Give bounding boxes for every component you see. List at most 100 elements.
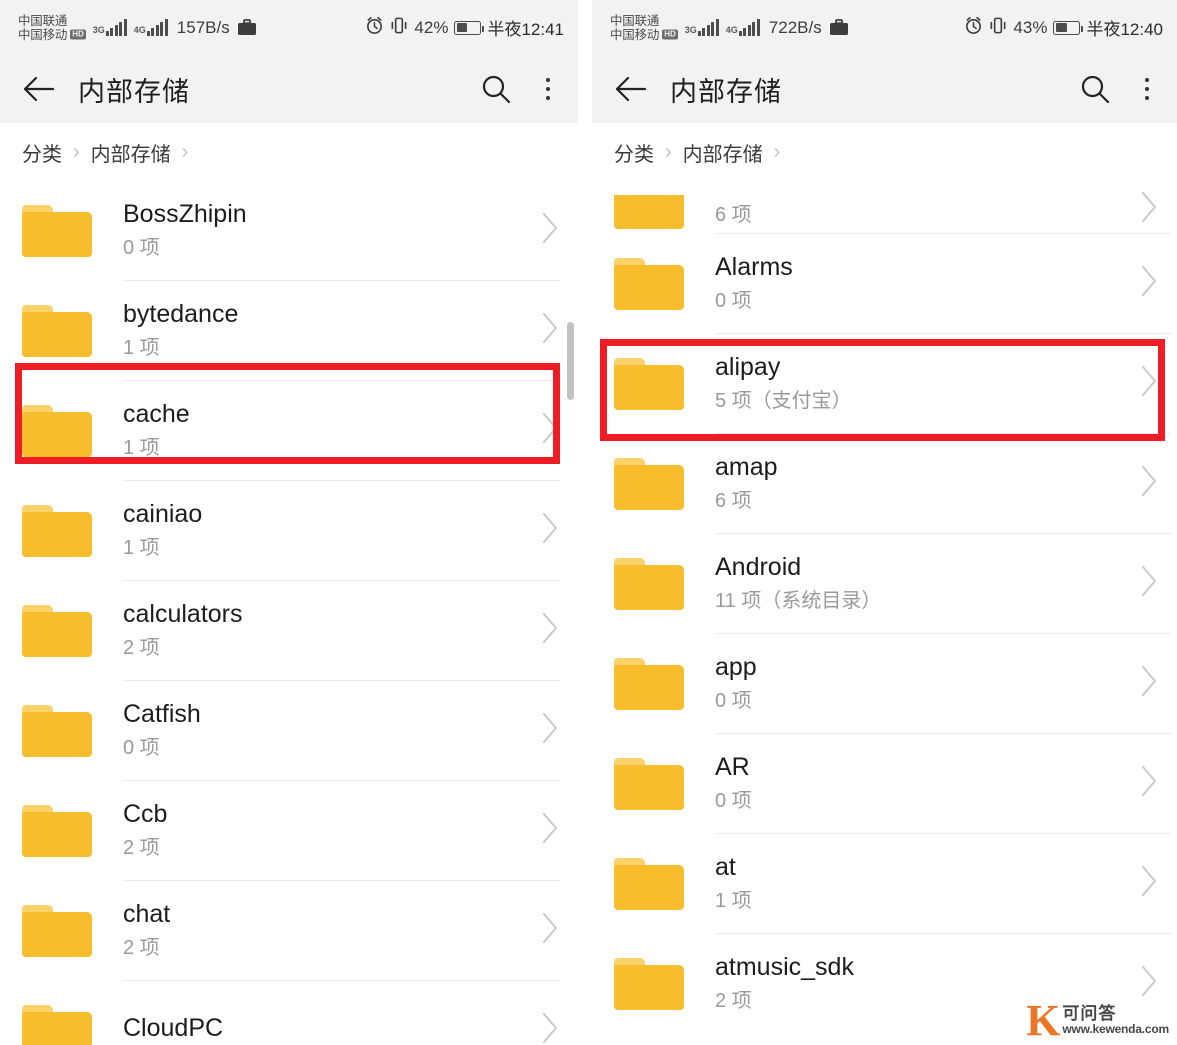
file-row-name: chat <box>123 900 171 929</box>
chevron-right-icon <box>1139 464 1159 503</box>
chevron-right-icon <box>540 911 560 950</box>
file-row[interactable]: cache 1 项 <box>0 381 578 480</box>
battery-icon <box>454 20 485 35</box>
more-vertical-icon[interactable] <box>1137 77 1158 101</box>
chevron-right-icon <box>1139 964 1159 1003</box>
file-row[interactable]: Catfish 0 项 <box>0 681 578 780</box>
file-row[interactable]: amap 6 项 <box>592 434 1177 533</box>
signal-bars-icon-2 <box>146 18 168 36</box>
file-row[interactable]: Alarms 0 项 <box>592 234 1177 333</box>
file-row-subtitle: 2 项 <box>123 936 160 959</box>
breadcrumb-item-category[interactable]: 分类 <box>614 138 654 167</box>
right-carrier-1: 中国联通 <box>610 13 660 28</box>
right-signal-group-1: 3G <box>685 18 719 36</box>
file-row-subtitle: 2 项 <box>123 836 160 859</box>
file-row-name: cache <box>123 400 190 429</box>
right-network-speed: 722B/s <box>768 17 822 37</box>
battery-icon <box>1053 20 1084 35</box>
vibrate-icon <box>390 16 408 40</box>
chevron-right-icon <box>540 411 560 450</box>
panel-gap-divider <box>578 0 592 1045</box>
left-network-speed: 157B/s <box>176 17 230 37</box>
file-row[interactable]: at 1 项 <box>592 834 1177 933</box>
chevron-right-icon <box>540 711 560 750</box>
file-row[interactable]: calculators 2 项 <box>0 581 578 680</box>
file-row-subtitle: 6 项 <box>715 489 752 512</box>
chevron-right-icon <box>1139 190 1159 229</box>
file-row[interactable]: alipay 5 项（支付宝） <box>592 334 1177 433</box>
file-row[interactable]: Android 11 项（系统目录） <box>592 534 1177 633</box>
breadcrumb-separator-icon: › <box>773 140 781 163</box>
left-carrier-2: 中国移动 <box>18 27 68 42</box>
right-network-type-2: 4G <box>725 24 738 35</box>
right-carrier-2: 中国移动 <box>610 27 660 42</box>
left-carrier-row-1: 中国联通 <box>18 14 86 28</box>
folder-icon <box>614 257 684 310</box>
breadcrumb-item-category[interactable]: 分类 <box>22 138 62 167</box>
right-status-clock: 半夜12:40 <box>1086 20 1163 39</box>
file-row-subtitle: 0 项 <box>715 789 752 812</box>
file-row[interactable]: app 0 项 <box>592 634 1177 733</box>
file-row-name: app <box>715 653 757 682</box>
right-app-bar: 内部存储 <box>592 55 1177 123</box>
file-row-name: cainiao <box>123 500 203 529</box>
file-row-name: Alarms <box>715 253 793 282</box>
file-row[interactable]: bytedance 1 项 <box>0 281 578 380</box>
file-row[interactable]: cainiao 1 项 <box>0 481 578 580</box>
briefcase-icon <box>237 18 257 37</box>
left-status-clock: 半夜12:41 <box>487 20 564 39</box>
hd-badge-icon: HD <box>70 29 86 39</box>
file-row-name: BossZhipin <box>123 200 247 229</box>
left-phone-screenshot: 中国联通 中国移动 HD 3G 4G 157B/s 42% 半夜12:41 内部… <box>0 0 578 1045</box>
right-carrier-row-2: 中国移动 HD <box>610 28 678 42</box>
breadcrumb-item-internal-storage[interactable]: 内部存储 <box>683 138 763 167</box>
chevron-right-icon <box>1139 664 1159 703</box>
file-row-subtitle: 1 项 <box>123 436 160 459</box>
left-network-type-2: 4G <box>133 24 146 35</box>
file-row-name: CloudPC <box>123 1013 224 1042</box>
folder-icon <box>614 657 684 710</box>
breadcrumb-separator-icon: › <box>665 140 672 163</box>
folder-icon <box>22 504 92 557</box>
folder-icon <box>614 357 684 410</box>
left-file-list[interactable]: BossZhipin 0 项 bytedance 1 项 cache 1 项 cainiao… <box>0 181 578 1045</box>
file-row-subtitle: 1 项 <box>715 889 752 912</box>
file-row-subtitle: 1 项 <box>123 536 160 559</box>
hd-badge-icon: HD <box>662 29 678 39</box>
more-vertical-icon[interactable] <box>538 77 559 101</box>
file-row[interactable]: chat 2 项 <box>0 881 578 980</box>
file-row[interactable]: BossZhipin 0 项 <box>0 181 578 280</box>
chevron-right-icon <box>1139 864 1159 903</box>
left-scrollbar-thumb[interactable] <box>567 322 574 400</box>
folder-icon <box>614 957 684 1010</box>
left-status-bar: 中国联通 中国移动 HD 3G 4G 157B/s 42% 半夜12:41 <box>0 0 578 55</box>
file-row-name: Catfish <box>123 700 201 729</box>
file-row[interactable]: 6 项 <box>592 181 1177 233</box>
search-icon[interactable] <box>1079 73 1111 105</box>
left-status-right: 42% 半夜12:41 <box>365 15 564 40</box>
search-icon[interactable] <box>480 73 512 105</box>
right-battery-percent: 43% <box>1013 17 1048 37</box>
signal-bars-icon-2 <box>738 18 760 36</box>
file-row-subtitle: 0 项 <box>123 236 160 259</box>
right-phone-screenshot: 中国联通 中国移动 HD 3G 4G 722B/s 43% 半夜12:40 内部… <box>592 0 1177 1045</box>
folder-icon <box>614 195 684 229</box>
file-row-name: at <box>715 853 736 882</box>
file-row[interactable]: CloudPC <box>0 981 578 1045</box>
right-carrier-block: 中国联通 中国移动 HD <box>610 14 678 42</box>
back-arrow-icon[interactable] <box>22 74 56 104</box>
back-arrow-icon[interactable] <box>614 74 648 104</box>
file-row-subtitle: 2 项 <box>123 636 160 659</box>
watermark-url: www.kewenda.com <box>1062 1021 1169 1036</box>
file-row[interactable]: AR 0 项 <box>592 734 1177 833</box>
left-carrier-block: 中国联通 中国移动 HD <box>18 14 86 42</box>
chevron-right-icon <box>1139 364 1159 403</box>
right-file-list[interactable]: 6 项 Alarms 0 项 alipay 5 项（支付宝） amap 6 项 Android… <box>592 181 1177 1033</box>
page-title: 内部存储 <box>78 76 190 107</box>
file-row-subtitle: 0 项 <box>715 689 752 712</box>
breadcrumb-item-internal-storage[interactable]: 内部存储 <box>91 138 171 167</box>
chevron-right-icon <box>540 511 560 550</box>
file-row[interactable]: Ccb 2 项 <box>0 781 578 880</box>
folder-icon <box>22 404 92 457</box>
file-row-subtitle: 1 项 <box>123 336 160 359</box>
